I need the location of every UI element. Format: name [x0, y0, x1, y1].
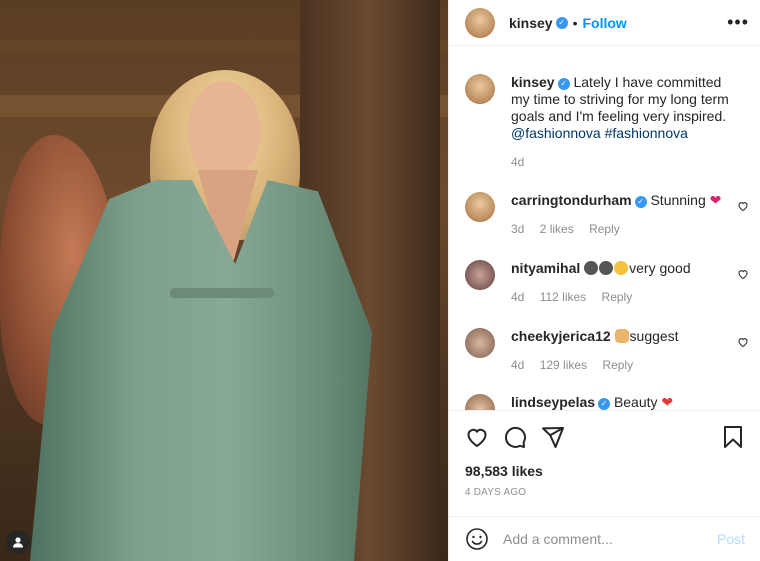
verified-badge-icon: ✓	[555, 16, 568, 29]
heart-icon[interactable]	[465, 425, 489, 449]
comment-meta: 3d 2 likes Reply	[511, 221, 731, 238]
comment-time[interactable]: 4d	[511, 290, 524, 304]
comment-username[interactable]: nityamihal	[511, 260, 580, 276]
comment-body: Stunning	[650, 192, 706, 208]
reply-button[interactable]: Reply	[602, 358, 633, 372]
comment-text: carringtondurham ✓ Stunning ❤	[511, 192, 731, 209]
post-side-panel: kinsey ✓ • Follow ••• kinsey ✓ Lately I h…	[448, 0, 760, 561]
comment-body: Beauty	[613, 394, 658, 410]
comment-row: cheekyjerica12 suggest 4d 129 likes Repl…	[465, 328, 755, 374]
separator-dot: •	[572, 14, 578, 31]
emoji-icon	[584, 261, 599, 275]
comment-likes[interactable]: 112 likes	[540, 290, 586, 304]
comment-body: very good	[629, 260, 691, 276]
avatar[interactable]	[465, 394, 495, 410]
action-icons	[465, 423, 745, 451]
caption-tags[interactable]: @fashionnova #fashionnova	[511, 125, 688, 141]
emoji-icon	[614, 261, 629, 275]
comment-text: lindseypelas ✓ Beauty ❤	[511, 394, 731, 410]
post-username[interactable]: kinsey	[509, 15, 553, 31]
comment-meta: 4d 112 likes Reply	[511, 289, 731, 306]
comment-meta: 4d 129 likes Reply	[511, 357, 731, 374]
comment-time[interactable]: 4d	[511, 358, 524, 372]
smiley-icon[interactable]	[465, 527, 489, 551]
caption-meta: 4d	[511, 154, 741, 171]
heart-emoji-icon: ❤	[709, 192, 722, 208]
comment-text: cheekyjerica12 suggest	[511, 328, 731, 345]
more-options-icon[interactable]: •••	[727, 12, 749, 33]
comment-body: suggest	[629, 328, 679, 344]
hamster-emoji-icon	[614, 329, 629, 343]
comment-username[interactable]: cheekyjerica12	[511, 328, 611, 344]
heart-eyes-emoji-icon: ❤	[661, 394, 674, 410]
verified-badge-icon: ✓	[598, 398, 611, 410]
comment-likes[interactable]: 2 likes	[540, 222, 574, 236]
avatar[interactable]	[465, 7, 495, 38]
comments-list[interactable]: kinsey ✓ Lately I have committed my time …	[449, 46, 760, 410]
post-date[interactable]: 4 DAYS AGO	[465, 487, 745, 498]
post-header: kinsey ✓ • Follow •••	[449, 0, 760, 46]
bookmark-icon[interactable]	[721, 425, 745, 449]
comment-likes[interactable]: 129 likes	[540, 358, 587, 372]
verified-badge-icon: ✓	[634, 196, 647, 208]
caption-time[interactable]: 4d	[511, 155, 524, 169]
likes-count[interactable]: 98,583 likes	[465, 463, 745, 479]
caption-username[interactable]: kinsey	[511, 74, 555, 90]
user-icon	[13, 537, 23, 548]
comment-row: carringtondurham ✓ Stunning ❤ 3d 2 likes …	[465, 192, 755, 238]
like-comment-icon[interactable]	[737, 336, 749, 348]
avatar[interactable]	[465, 260, 495, 290]
subject-belt	[170, 288, 274, 298]
caption-row: kinsey ✓ Lately I have committed my time …	[465, 74, 755, 171]
comment-input[interactable]	[503, 531, 717, 547]
post-button[interactable]: Post	[717, 531, 745, 547]
avatar[interactable]	[465, 328, 495, 358]
post-photo[interactable]	[0, 0, 448, 561]
post-actions: 98,583 likes 4 DAYS AGO	[449, 410, 760, 498]
reply-button[interactable]: Reply	[589, 222, 620, 236]
comment-row: lindseypelas ✓ Beauty ❤	[465, 394, 755, 410]
reply-button[interactable]: Reply	[602, 290, 633, 304]
comment-time[interactable]: 3d	[511, 222, 524, 236]
comment-username[interactable]: lindseypelas	[511, 394, 595, 410]
subject-face	[188, 82, 260, 178]
add-comment-bar: Post	[449, 516, 760, 561]
avatar[interactable]	[465, 192, 495, 222]
verified-badge-icon: ✓	[557, 78, 570, 90]
like-comment-icon[interactable]	[737, 200, 749, 212]
caption-text: kinsey ✓ Lately I have committed my time …	[511, 74, 741, 142]
emoji-icon	[599, 261, 614, 275]
comment-icon[interactable]	[503, 425, 527, 449]
comment-text: nityamihal very good	[511, 260, 731, 277]
avatar[interactable]	[465, 74, 495, 104]
tagged-user-button[interactable]	[6, 530, 30, 554]
comment-row: nityamihal very good 4d 112 likes Reply	[465, 260, 755, 306]
follow-button[interactable]: Follow	[583, 15, 627, 31]
share-icon[interactable]	[541, 425, 565, 449]
like-comment-icon[interactable]	[737, 268, 749, 280]
comment-username[interactable]: carringtondurham	[511, 192, 632, 208]
